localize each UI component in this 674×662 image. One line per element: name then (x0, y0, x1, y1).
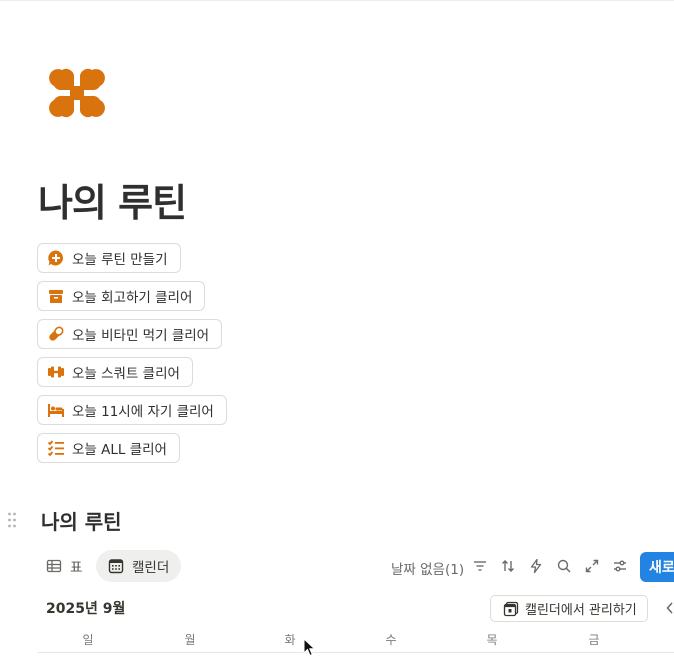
tab-label: 표 (70, 560, 83, 576)
bed-icon (47, 401, 65, 419)
clear-review-button[interactable]: 오늘 회고하기 클리어 (37, 281, 206, 311)
clover-icon[interactable] (46, 62, 108, 124)
clear-squat-button[interactable]: 오늘 스쿼트 클리어 (37, 357, 193, 387)
tab-table-view[interactable]: 표 (46, 550, 82, 582)
drag-handle-icon[interactable] (7, 511, 17, 529)
manage-label: 캘린더에서 관리하기 (525, 603, 637, 618)
tab-label: 캘린더 (132, 560, 170, 576)
archive-box-icon (47, 287, 65, 305)
expand-icon[interactable] (584, 558, 600, 574)
settings-sliders-icon[interactable] (612, 558, 628, 574)
calendar-month-label: 2025년 9월 (46, 601, 126, 617)
no-date-button[interactable]: 날짜 없음(1) (391, 558, 464, 578)
weekday-fri: 금 (588, 633, 600, 647)
database-title[interactable]: 나의 루틴 (41, 506, 122, 535)
clear-vitamin-button[interactable]: 오늘 비타민 먹기 클리어 (37, 319, 223, 349)
clear-all-button[interactable]: 오늘 ALL 클리어 (37, 433, 180, 463)
pill-icon (47, 325, 65, 343)
page-title[interactable]: 나의 루틴 (38, 172, 187, 227)
weekday-thu: 목 (486, 633, 498, 647)
button-label: 오늘 ALL 클리어 (72, 442, 167, 458)
sort-icon[interactable] (500, 558, 516, 574)
button-label: 오늘 회고하기 클리어 (72, 290, 193, 306)
chat-plus-icon (47, 249, 65, 267)
button-label: 오늘 스쿼트 클리어 (72, 366, 180, 382)
dumbbell-icon (47, 363, 65, 381)
clear-sleep-button[interactable]: 오늘 11시에 자기 클리어 (37, 395, 227, 425)
new-button[interactable]: 새로 (640, 552, 674, 582)
button-label: 오늘 비타민 먹기 클리어 (72, 328, 210, 344)
filter-icon[interactable] (472, 558, 488, 574)
button-label: 오늘 루틴 만들기 (72, 252, 168, 268)
make-routine-button[interactable]: 오늘 루틴 만들기 (37, 243, 181, 273)
weekday-wed: 수 (385, 633, 397, 647)
button-label: 오늘 11시에 자기 클리어 (72, 404, 214, 420)
table-icon (46, 558, 62, 574)
calendar-grid-divider (38, 652, 674, 653)
manage-in-calendar-button[interactable]: 캘린더에서 관리하기 (490, 595, 648, 622)
weekday-mon: 월 (184, 633, 196, 647)
weekday-sun: 일 (82, 633, 94, 647)
chevron-left-icon[interactable] (664, 600, 674, 616)
calendar-icon (108, 558, 124, 574)
checklist-icon (47, 439, 65, 457)
tab-calendar-view[interactable]: 캘린더 (96, 550, 182, 582)
calendar-app-icon (503, 601, 519, 617)
window-top-border (0, 0, 674, 1)
mouse-cursor-icon (303, 637, 317, 658)
lightning-icon[interactable] (528, 558, 544, 574)
search-icon[interactable] (556, 558, 572, 574)
